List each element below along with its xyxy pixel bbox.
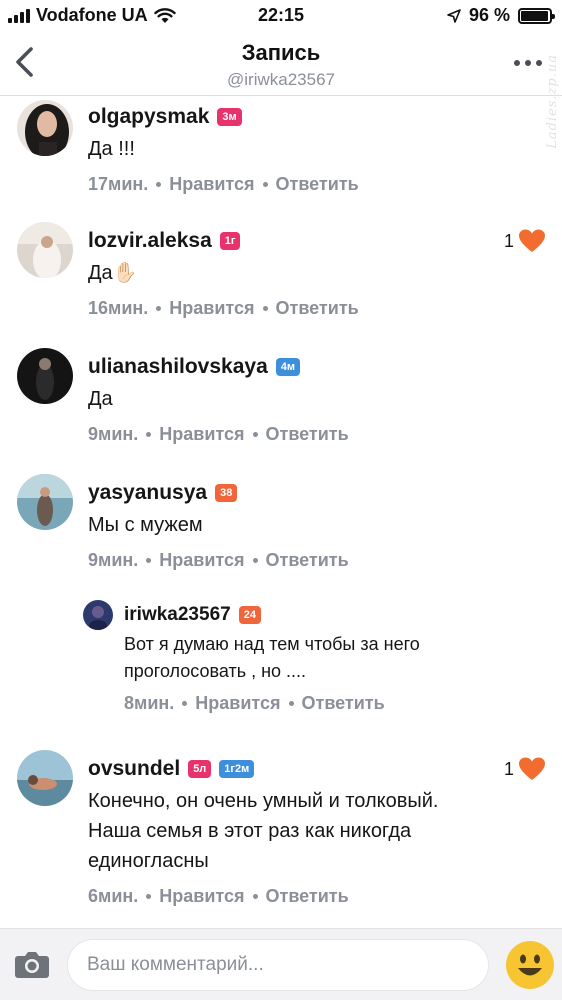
separator-dot [252, 432, 258, 437]
comment-username[interactable]: lozvir.aleksa [88, 229, 212, 253]
comment-item: lozvir.aleksa 1г Да✋🏻 16мин. Нравится От… [0, 222, 562, 332]
reply-link[interactable]: Ответить [266, 424, 349, 445]
comment-text-line: Конечно, он очень умный и толковый. [88, 790, 439, 812]
comment-text: Да !!! [88, 138, 135, 160]
like-link[interactable]: Нравится [159, 424, 244, 445]
like-link[interactable]: Нравится [195, 693, 280, 714]
comment-username[interactable]: yasyanusya [88, 481, 207, 505]
like-count[interactable]: 1 [504, 756, 546, 782]
comment-text-line: единогласны [88, 850, 209, 872]
separator-dot [262, 182, 268, 187]
comment-text-line: Вот я думаю над тем чтобы за него [124, 634, 420, 654]
user-badge: 1г [219, 232, 241, 250]
separator-dot [288, 701, 294, 706]
comment-item: ulianashilovskaya 4м Да 9мин. Нравится О… [0, 348, 562, 458]
user-badge: 5л [188, 760, 212, 778]
comment-input-placeholder: Ваш комментарий... [87, 954, 264, 975]
reply-link[interactable]: Ответить [276, 174, 359, 195]
comment-time: 8мин. [124, 693, 175, 713]
separator-dot [146, 432, 152, 437]
comment-username[interactable]: ovsundel [88, 757, 180, 781]
comment-text: Конечно, он очень умный и толковый. Наша… [88, 786, 542, 876]
comment-input[interactable]: Ваш комментарий... [67, 939, 489, 991]
user-badge: 4м [275, 358, 301, 376]
separator-dot [182, 701, 188, 706]
avatar[interactable] [83, 600, 113, 630]
comment-list: olgapysmak 3м Да !!! 17мин. Нравится Отв… [0, 96, 562, 928]
reply-link[interactable]: Ответить [266, 550, 349, 571]
comment-item: olgapysmak 3м Да !!! 17мин. Нравится Отв… [0, 96, 562, 206]
like-link[interactable]: Нравится [159, 886, 244, 907]
comment-text: Вот я думаю над тем чтобы за него прогол… [124, 631, 542, 685]
avatar[interactable] [17, 750, 73, 806]
like-count-value: 1 [503, 758, 514, 779]
avatar[interactable] [17, 474, 73, 530]
heart-icon [519, 229, 545, 252]
comment-text-line: проголосовать , но .... [124, 661, 307, 681]
page-title: Запись [241, 40, 321, 65]
reply-item: iriwka23567 24 Вот я думаю над тем чтобы… [0, 598, 562, 728]
comment-input-bar: Ваш комментарий... [0, 928, 562, 1000]
comment-time: 6мин. [88, 886, 139, 906]
more-options-icon[interactable] [514, 60, 542, 66]
comment-time: 17мин. [88, 174, 149, 194]
separator-dot [252, 558, 258, 563]
separator-dot [252, 894, 258, 899]
comment-item: ovsundel 5л 1г2м Конечно, он очень умный… [0, 750, 562, 920]
reply-link[interactable]: Ответить [276, 298, 359, 319]
navigation-bar: Запись @iriwka23567 Ladies.zp.ua [0, 30, 562, 149]
comment-username[interactable]: iriwka23567 [124, 604, 231, 626]
status-bar: Vodafone UA 22:15 96 % [0, 0, 562, 30]
comment-text-line: Наша семья в этот раз как никогда [88, 820, 412, 842]
battery-icon [518, 7, 555, 24]
heart-icon [519, 757, 545, 780]
reply-link[interactable]: Ответить [266, 886, 349, 907]
separator-dot [156, 306, 162, 311]
separator-dot [146, 558, 152, 563]
separator-dot [146, 894, 152, 899]
avatar[interactable] [17, 222, 73, 278]
comment-item: yasyanusya 38 Мы с мужем 9мин. Нравится … [0, 474, 562, 584]
like-link[interactable]: Нравится [169, 298, 254, 319]
emoji-smiley-icon[interactable] [504, 939, 556, 991]
camera-icon[interactable] [14, 949, 50, 979]
comment-time: 16мин. [88, 298, 149, 318]
status-right: 96 % [447, 5, 555, 26]
battery-percent: 96 % [468, 5, 510, 25]
comment-time: 9мин. [88, 550, 139, 570]
user-badge: 1г2м [219, 760, 255, 778]
like-count[interactable]: 1 [504, 228, 546, 254]
comment-username[interactable]: olgapysmak [88, 105, 209, 129]
separator-dot [262, 306, 268, 311]
separator-dot [156, 182, 162, 187]
avatar[interactable] [17, 100, 73, 156]
comment-text: Да✋🏻 [88, 262, 138, 284]
page-subtitle[interactable]: @iriwka23567 [0, 70, 562, 90]
location-arrow-icon [447, 8, 461, 23]
reply-link[interactable]: Ответить [302, 693, 385, 714]
like-link[interactable]: Нравится [159, 550, 244, 571]
like-count-value: 1 [503, 230, 514, 251]
comment-username[interactable]: ulianashilovskaya [88, 355, 268, 379]
avatar[interactable] [17, 348, 73, 404]
comment-text: Да [88, 388, 113, 410]
user-badge: 3м [217, 108, 242, 126]
user-badge: 38 [215, 484, 238, 502]
comment-time: 9мин. [88, 424, 139, 444]
comment-text: Мы с мужем [88, 514, 203, 536]
like-link[interactable]: Нравится [169, 174, 254, 195]
user-badge: 24 [238, 606, 261, 624]
